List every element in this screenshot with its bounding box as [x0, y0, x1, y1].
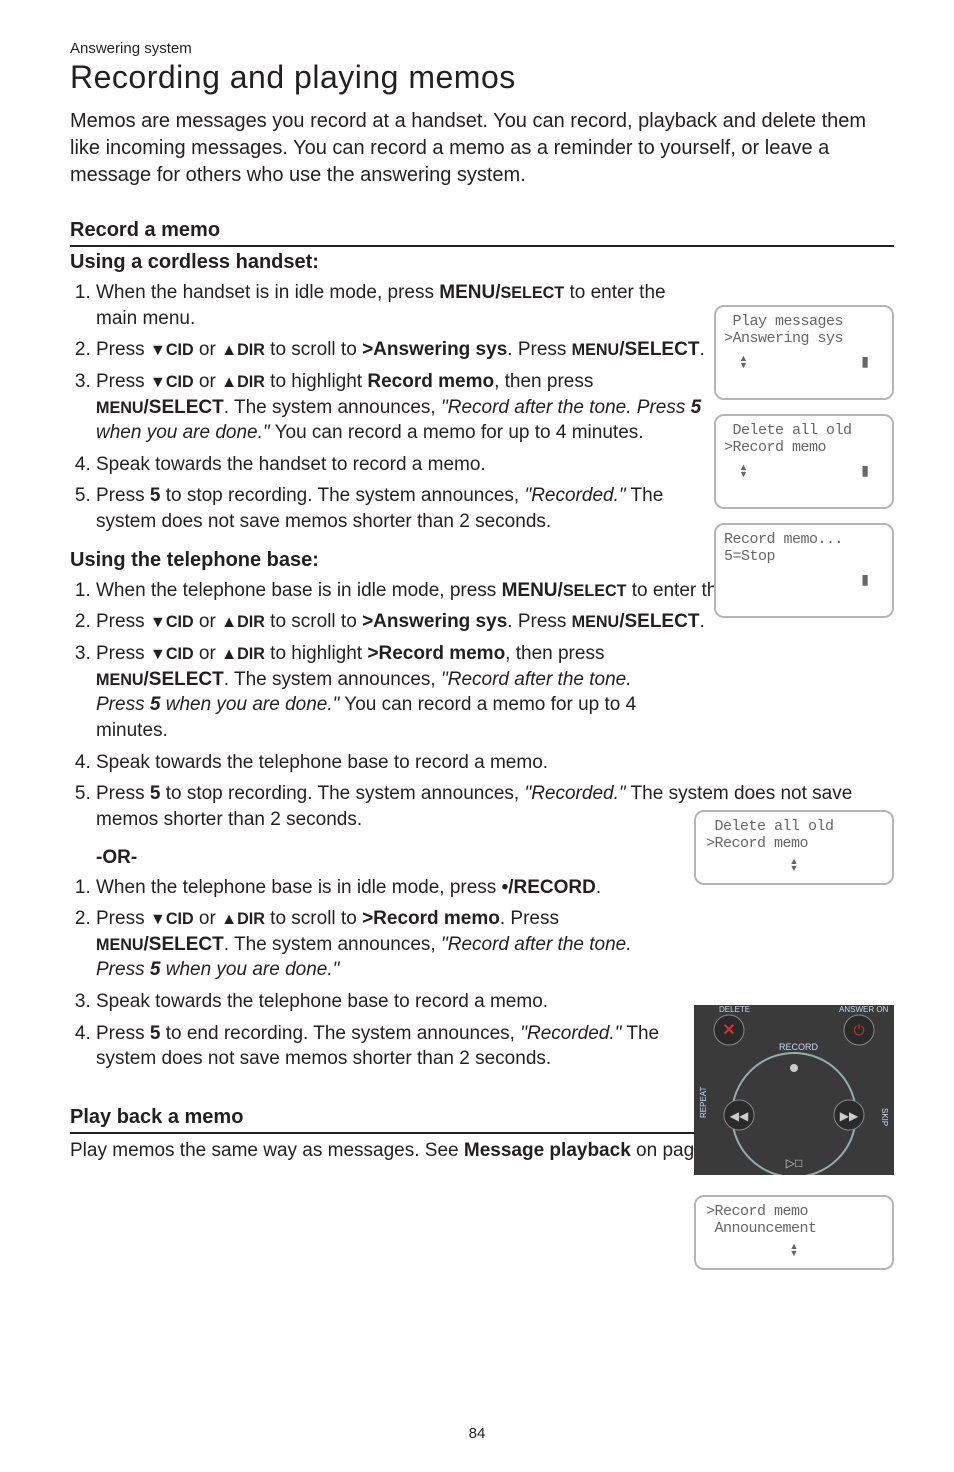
up-icon: [221, 643, 237, 664]
down-icon: [150, 611, 166, 632]
list-item: Press CID or DIR to highlight >Record me…: [96, 641, 671, 744]
lcd-record-memo: Delete all old >Record memo: [714, 414, 894, 509]
lcd-play-messages: Play messages >Answering sys: [714, 305, 894, 400]
skip-label: SKIP: [880, 1108, 889, 1126]
list-item: Speak towards the telephone base to reco…: [96, 750, 856, 776]
lcd-line: >Record memo: [724, 439, 884, 456]
cordless-heading: Using a cordless handset:: [70, 251, 894, 274]
up-icon: [221, 611, 237, 632]
text: . Press: [507, 339, 571, 360]
cordless-step-list: When the handset is in idle mode, press …: [70, 280, 706, 535]
lcd-record-announcement: >Record memo Announcement: [694, 1195, 894, 1270]
lcd-line: >Record memo: [706, 1203, 882, 1220]
down-icon: [150, 908, 166, 929]
cid-label: CID: [166, 341, 194, 359]
page-number: 84: [0, 1425, 954, 1442]
list-item: Press CID or DIR to scroll to >Record me…: [96, 906, 676, 983]
battery-icon: [861, 353, 869, 370]
breadcrumb: Answering system: [70, 40, 894, 57]
battery-icon: [861, 462, 869, 479]
lcd-line: Record memo...: [724, 531, 884, 548]
text: Press: [96, 371, 150, 392]
svg-text:▶▶: ▶▶: [840, 1109, 859, 1123]
lcd-line: Delete all old: [706, 818, 882, 835]
page-title: Recording and playing memos: [70, 59, 894, 96]
lcd-recording: Record memo... 5=Stop: [714, 523, 894, 618]
down-icon: [150, 339, 166, 360]
list-item: Press CID or DIR to scroll to >Answering…: [96, 337, 706, 363]
text: or: [194, 339, 221, 360]
battery-icon: [861, 571, 869, 588]
record-label: RECORD: [779, 1042, 819, 1052]
text: Press: [96, 339, 150, 360]
updown-icon: [706, 1241, 882, 1258]
lcd-line: 5=Stop: [724, 548, 884, 565]
repeat-label: REPEAT: [699, 1086, 708, 1118]
record-memo-heading: Record a memo: [70, 219, 894, 247]
answering-sys-label: >Answering sys: [362, 339, 507, 360]
dir-label: DIR: [237, 341, 265, 359]
or-step-list: When the telephone base is in idle mode,…: [70, 875, 676, 1072]
lcd-line: >Answering sys: [724, 330, 884, 347]
menu-select-label: MENU/SELECT: [439, 282, 564, 303]
svg-text:◀◀: ◀◀: [730, 1109, 749, 1123]
up-icon: [221, 908, 237, 929]
down-icon: [150, 371, 166, 392]
phone-base-figure: ✕ DELETE ⏻ ANSWER ON RECORD ◀◀ REPEAT ▶▶…: [694, 1005, 894, 1180]
lcd-line: >Record memo: [706, 835, 882, 852]
answer-on-label: ANSWER ON: [839, 1005, 889, 1014]
list-item: When the telephone base is in idle mode,…: [96, 875, 676, 901]
list-item: Press 5 to end recording. The system ann…: [96, 1021, 676, 1072]
svg-text:⏻: ⏻: [853, 1022, 864, 1038]
lcd-base-record-memo: Delete all old >Record memo: [694, 810, 894, 885]
lcd-line: Announcement: [706, 1220, 882, 1237]
up-icon: [221, 371, 237, 392]
updown-icon: [739, 462, 748, 479]
list-item: When the handset is in idle mode, press …: [96, 280, 706, 331]
lcd-line: Play messages: [724, 313, 884, 330]
delete-label: DELETE: [719, 1005, 750, 1014]
intro-paragraph: Memos are messages you record at a hands…: [70, 108, 894, 189]
text: When the handset is in idle mode, press: [96, 282, 439, 303]
list-item: Press 5 to stop recording. The system an…: [96, 483, 706, 534]
text: to scroll to: [265, 339, 362, 360]
list-item: Press CID or DIR to highlight Record mem…: [96, 369, 706, 446]
list-item: Speak towards the handset to record a me…: [96, 452, 706, 478]
list-item: Speak towards the telephone base to reco…: [96, 989, 676, 1015]
down-icon: [150, 643, 166, 664]
updown-icon: [706, 856, 882, 873]
lcd-line: Delete all old: [724, 422, 884, 439]
svg-text:▷□: ▷□: [786, 1156, 802, 1170]
svg-text:✕: ✕: [722, 1022, 735, 1039]
up-icon: [221, 339, 237, 360]
updown-icon: [739, 353, 748, 370]
